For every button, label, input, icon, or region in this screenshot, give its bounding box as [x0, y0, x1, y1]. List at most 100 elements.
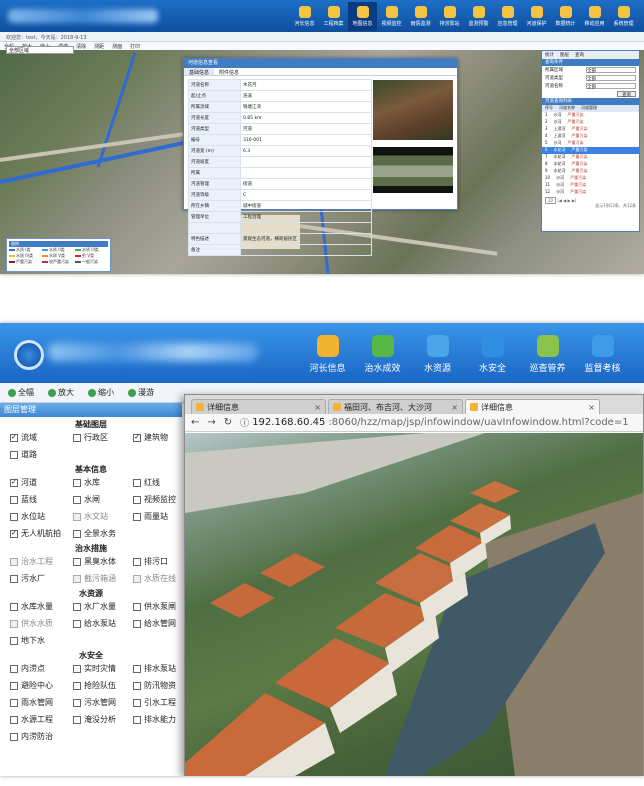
- checkbox-box[interactable]: [10, 698, 18, 707]
- list-item[interactable]: 1 沙河 严重污染: [542, 112, 639, 119]
- checkbox-box[interactable]: [73, 557, 81, 566]
- checkbox-box[interactable]: [10, 636, 18, 645]
- nav-item[interactable]: 应急管理: [493, 2, 522, 31]
- nav-item[interactable]: 水安全: [465, 335, 520, 374]
- checkbox-box[interactable]: ✓: [10, 433, 18, 442]
- checkbox-box[interactable]: [133, 698, 141, 707]
- next-page-icon[interactable]: ▶: [567, 198, 570, 203]
- layer-checkbox[interactable]: 内涝点: [10, 663, 73, 674]
- list-item[interactable]: 6 水花河 严重污染: [542, 147, 639, 154]
- checkbox-box[interactable]: [73, 664, 81, 673]
- list-item[interactable]: 7 水花河 严重污染: [542, 154, 639, 161]
- query-tab[interactable]: 查询: [572, 51, 587, 59]
- layer-checkbox[interactable]: 供水水质: [10, 618, 73, 629]
- checkbox-box[interactable]: [133, 681, 141, 690]
- forward-icon[interactable]: →: [207, 417, 215, 428]
- list-item[interactable]: 8 水花河 严重污染: [542, 161, 639, 168]
- layer-checkbox[interactable]: 给水泵站: [73, 618, 133, 629]
- checkbox-box[interactable]: [10, 732, 18, 741]
- last-page-icon[interactable]: ▶|: [572, 198, 576, 203]
- layer-checkbox[interactable]: 治水工程: [10, 556, 73, 567]
- layer-checkbox[interactable]: ✓ 无人机航拍: [10, 528, 73, 539]
- layer-checkbox[interactable]: 避险中心: [10, 680, 73, 691]
- url-field[interactable]: ⓘ 192.168.60.45:8060/hzz/map/jsp/infowin…: [240, 416, 628, 429]
- close-tab-icon[interactable]: ×: [314, 403, 321, 412]
- checkbox-box[interactable]: [10, 602, 18, 611]
- layer-checkbox[interactable]: 内涝防治: [10, 731, 73, 742]
- checkbox-box[interactable]: [10, 512, 18, 521]
- nav-item[interactable]: 河长信息: [300, 335, 355, 374]
- prev-page-icon[interactable]: ◀: [563, 198, 566, 203]
- toolbar-button[interactable]: 漫游: [128, 387, 154, 398]
- toolbar-button[interactable]: 打印: [130, 43, 140, 50]
- search-button[interactable]: 查询: [617, 91, 636, 98]
- nav-item[interactable]: 监测预警: [464, 2, 493, 31]
- checkbox-box[interactable]: ✓: [133, 433, 141, 442]
- toolbar-button[interactable]: 测面: [112, 43, 122, 50]
- checkbox-box[interactable]: ✓: [10, 478, 18, 487]
- dialog-tab[interactable]: 附件信息: [214, 68, 244, 76]
- layer-checkbox[interactable]: 黑臭水体: [73, 556, 133, 567]
- river-channel-photo[interactable]: [373, 147, 453, 193]
- layer-checkbox[interactable]: 污水管网: [73, 697, 133, 708]
- layer-checkbox[interactable]: 实时灾情: [73, 663, 133, 674]
- layer-checkbox[interactable]: 道路: [10, 449, 73, 460]
- close-tab-icon[interactable]: ×: [588, 403, 595, 412]
- checkbox-box[interactable]: [133, 478, 141, 487]
- layer-checkbox[interactable]: 全景水务: [73, 528, 133, 539]
- toolbar-button[interactable]: 放大: [48, 387, 74, 398]
- checkbox-box[interactable]: [10, 715, 18, 724]
- toolbar-button[interactable]: 缩小: [88, 387, 114, 398]
- checkbox-box[interactable]: [10, 681, 18, 690]
- checkbox-box[interactable]: [73, 681, 81, 690]
- checkbox-box[interactable]: [73, 478, 81, 487]
- checkbox-box[interactable]: [73, 715, 81, 724]
- list-item[interactable]: 12 沙河 严重污染: [542, 189, 639, 196]
- checkbox-box[interactable]: [73, 619, 81, 628]
- nav-item[interactable]: 视频监控: [377, 2, 406, 31]
- nav-item[interactable]: 移动应用: [580, 2, 609, 31]
- checkbox-box[interactable]: [73, 698, 81, 707]
- checkbox-box[interactable]: [133, 574, 141, 583]
- layer-checkbox[interactable]: 水文站: [73, 511, 133, 522]
- region-select[interactable]: 全部区域: [6, 46, 74, 54]
- layer-checkbox[interactable]: 行政区: [73, 432, 133, 443]
- riverbank-photo[interactable]: [373, 80, 453, 140]
- nav-item[interactable]: 治水成效: [355, 335, 410, 374]
- checkbox-box[interactable]: [133, 557, 141, 566]
- checkbox-box[interactable]: [73, 602, 81, 611]
- list-item[interactable]: 9 水花河 严重污染: [542, 168, 639, 175]
- checkbox-box[interactable]: [10, 664, 18, 673]
- nav-item[interactable]: 排涝泵站: [435, 2, 464, 31]
- nav-item[interactable]: 水: [630, 335, 644, 374]
- checkbox-box[interactable]: ✓: [10, 529, 18, 538]
- layer-checkbox[interactable]: 污水厂: [10, 573, 73, 584]
- nav-item[interactable]: 河道保护: [522, 2, 551, 31]
- layer-checkbox[interactable]: ✓ 河道: [10, 477, 73, 488]
- checkbox-box[interactable]: [10, 450, 18, 459]
- page-size-select[interactable]: 20: [545, 197, 557, 204]
- list-item[interactable]: 10 沙河 严重污染: [542, 175, 639, 182]
- checkbox-box[interactable]: [10, 574, 18, 583]
- browser-tab[interactable]: 详细信息 ×: [465, 399, 600, 414]
- layer-checkbox[interactable]: 雨水管网: [10, 697, 73, 708]
- layer-checkbox[interactable]: 水源工程: [10, 714, 73, 725]
- nav-item[interactable]: 工程档案: [319, 2, 348, 31]
- checkbox-box[interactable]: [10, 557, 18, 566]
- checkbox-box[interactable]: [133, 495, 141, 504]
- list-item[interactable]: 3 上游河 严重污染: [542, 126, 639, 133]
- toolbar-button[interactable]: 清除: [76, 43, 86, 50]
- nav-item[interactable]: 监督考核: [575, 335, 630, 374]
- checkbox-box[interactable]: [73, 495, 81, 504]
- checkbox-box[interactable]: [133, 512, 141, 521]
- checkbox-box[interactable]: [73, 512, 81, 521]
- nav-item[interactable]: 数据统计: [551, 2, 580, 31]
- page-info-icon[interactable]: ⓘ: [240, 416, 249, 429]
- nav-item[interactable]: 河长信息: [290, 2, 319, 31]
- checkbox-box[interactable]: [133, 619, 141, 628]
- reload-icon[interactable]: ↻: [224, 417, 232, 428]
- toolbar-button[interactable]: 全幅: [8, 387, 34, 398]
- first-page-icon[interactable]: |◀: [557, 198, 561, 203]
- toolbar-button[interactable]: 测距: [94, 43, 104, 50]
- nav-item[interactable]: 地图信息: [348, 2, 377, 31]
